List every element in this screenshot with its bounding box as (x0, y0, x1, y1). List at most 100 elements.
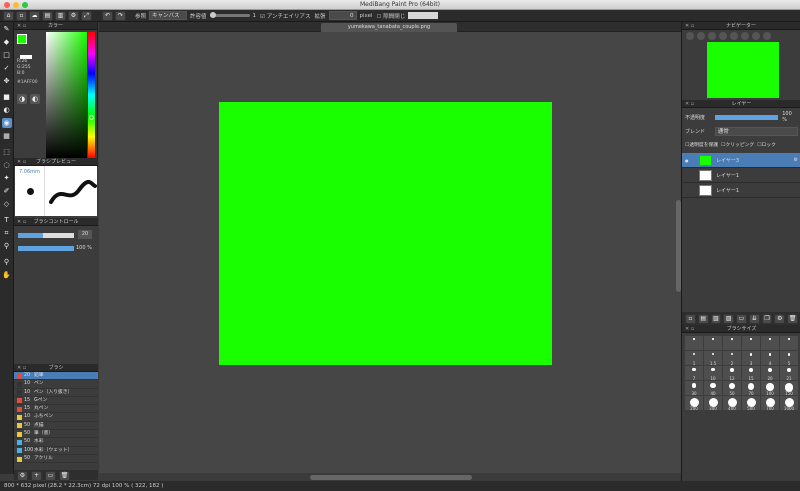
new-layer-icon[interactable]: ▫ (685, 314, 696, 324)
brush-list-item[interactable]: 20 鉛筆 (14, 372, 98, 381)
brush-size-cell[interactable] (685, 336, 703, 350)
horizontal-scrollbar[interactable] (310, 475, 472, 480)
close-window-button[interactable] (4, 2, 10, 8)
brush-size-cell[interactable]: 21 (780, 366, 798, 381)
divide-icon[interactable]: ⌗ (2, 228, 12, 238)
brush-size-cell[interactable] (704, 336, 722, 350)
save-icon[interactable]: ▤ (42, 10, 53, 21)
undo-icon[interactable]: ↶ (102, 10, 113, 21)
brush-list-item[interactable]: 50 アクリル (14, 455, 98, 464)
brush-list-item[interactable]: 100 水彩（ウェット） (14, 447, 98, 455)
layer-merge-icon[interactable]: ⇊ (748, 314, 760, 324)
new-file-icon[interactable]: ▫ (16, 10, 27, 21)
brush-size-cell[interactable]: 100 (761, 381, 779, 396)
check-icon[interactable]: ✓ (2, 63, 12, 73)
gradient-icon[interactable]: ◐ (2, 105, 12, 115)
brush-size-cell[interactable]: 70 (742, 381, 760, 396)
brush-size-cell[interactable]: 50 (723, 381, 741, 396)
blend-select[interactable]: 通常 (714, 127, 798, 136)
brush-list-item[interactable]: 50 点描 (14, 422, 98, 431)
brush-opacity-slider[interactable] (18, 246, 74, 251)
navigator-preview[interactable] (707, 42, 779, 98)
canvas-area[interactable] (99, 32, 681, 473)
gap-close-checkbox[interactable]: ☐ 隙間閉じ (376, 12, 407, 20)
hue-slider[interactable] (88, 32, 95, 158)
color-history-icon[interactable]: ◑ (17, 94, 27, 104)
layer-opacity-slider[interactable] (714, 114, 779, 120)
brush-list-item[interactable]: 50 水彩 (14, 438, 98, 447)
move-icon[interactable]: ✥ (2, 76, 12, 86)
delete-brush-icon[interactable]: 🗑 (59, 471, 70, 481)
select-pen-icon[interactable]: ✐ (2, 186, 12, 196)
hand-icon[interactable]: ✋ (2, 270, 12, 280)
rotate-right-icon[interactable] (741, 32, 749, 40)
rotate-left-icon[interactable] (730, 32, 738, 40)
tolerance-slider[interactable] (209, 12, 250, 18)
zoom-out-icon[interactable] (697, 32, 705, 40)
brush-list-item[interactable]: 10 ペン（入り抜き） (14, 389, 98, 397)
maximize-window-button[interactable] (22, 2, 28, 8)
pattern-icon[interactable]: ▦ (2, 131, 12, 141)
export-icon[interactable]: ▥ (55, 10, 66, 21)
add-brush-icon[interactable]: + (31, 471, 42, 481)
expand-input[interactable]: 0 (328, 11, 357, 20)
home-icon[interactable]: ⌂ (3, 10, 14, 21)
eraser-icon[interactable]: ◆ (2, 37, 12, 47)
brush-list-item[interactable]: 50 筆（墨） (14, 430, 98, 439)
bucket-icon[interactable]: ◉ (1, 118, 12, 128)
brush-settings-icon[interactable]: ⚙ (17, 471, 28, 481)
protect-alpha-checkbox[interactable]: ☐透明度を保護 (685, 141, 718, 148)
fill-rect-icon[interactable]: ■ (2, 92, 12, 102)
brush-size-cell[interactable]: 5 (780, 351, 798, 366)
reference-select[interactable]: キャンバス (149, 11, 188, 20)
eyedropper-icon[interactable]: ⚲ (2, 241, 12, 251)
layer-settings-icon[interactable]: ⚙ (774, 314, 786, 324)
brush-size-cell[interactable]: 7 (685, 366, 703, 381)
brush-size-cell[interactable]: 12 (723, 366, 741, 381)
hue-handle[interactable] (89, 115, 94, 120)
flip-icon[interactable] (763, 32, 771, 40)
brush-size-cell[interactable]: 10 (704, 366, 722, 381)
brush-size-cell[interactable]: 300 (704, 396, 722, 411)
artboard[interactable] (219, 102, 552, 365)
brush-size-cell[interactable]: 4 (761, 351, 779, 366)
brush-size-cell[interactable]: 150 (780, 381, 798, 396)
brush-size-cell[interactable]: 1.5 (704, 351, 722, 366)
layer-gear-icon[interactable]: ⚙ (794, 157, 798, 163)
brush-size-cell[interactable]: 30 (685, 381, 703, 396)
brush-size-cell[interactable] (742, 336, 760, 350)
color-picker-icon[interactable]: ◐ (30, 94, 40, 104)
select-rect-icon[interactable]: ⬚ (2, 147, 12, 157)
brush-size-cell[interactable]: 20 (761, 366, 779, 381)
visibility-eye-icon[interactable]: ● (685, 158, 689, 163)
brush-size-cell[interactable] (780, 336, 798, 350)
brush-list-item[interactable]: 10 ペン (14, 380, 98, 389)
brush-size-cell[interactable]: 2 (723, 351, 741, 366)
brush-size-cell[interactable]: 15 (742, 366, 760, 381)
select-eraser-icon[interactable]: ◇ (2, 199, 12, 209)
saturation-value-picker[interactable] (46, 32, 87, 158)
antialias-checkbox[interactable]: ☑ アンチエイリアス (259, 12, 311, 20)
transform-icon[interactable]: ⤢ (81, 10, 92, 21)
zoom-in-icon[interactable] (686, 32, 694, 40)
text-icon[interactable]: T (2, 215, 12, 225)
layer-duplicate-icon[interactable]: ❐ (761, 314, 773, 324)
layer-row[interactable]: ● レイヤー3 ⚙ (682, 153, 800, 168)
brush-size-value[interactable]: 20 (78, 230, 92, 239)
brush-icon[interactable]: ✎ (2, 24, 12, 34)
layer-row[interactable]: レイヤー1 (682, 183, 800, 198)
clipping-checkbox[interactable]: ☐クリッピング (721, 141, 754, 148)
foreground-color-swatch[interactable] (17, 34, 27, 44)
brush-size-cell[interactable]: 200 (685, 396, 703, 411)
new-1bit-layer-icon[interactable]: ▨ (723, 314, 735, 324)
new-halftone-layer-icon[interactable]: ▤ (697, 314, 709, 324)
layer-row[interactable]: レイヤー1 (682, 168, 800, 183)
brush-size-cell[interactable]: 1000 (780, 396, 798, 411)
redo-icon[interactable]: ↷ (115, 10, 126, 21)
tab-document[interactable]: yumekawa_tanabata_couple.png (321, 23, 457, 32)
minimize-window-button[interactable] (13, 2, 19, 8)
settings-icon[interactable]: ⚙ (68, 10, 79, 21)
brush-size-cell[interactable]: 400 (723, 396, 741, 411)
cloud-icon[interactable]: ☁ (29, 10, 40, 21)
lock-checkbox[interactable]: ☐ロック (757, 141, 776, 148)
